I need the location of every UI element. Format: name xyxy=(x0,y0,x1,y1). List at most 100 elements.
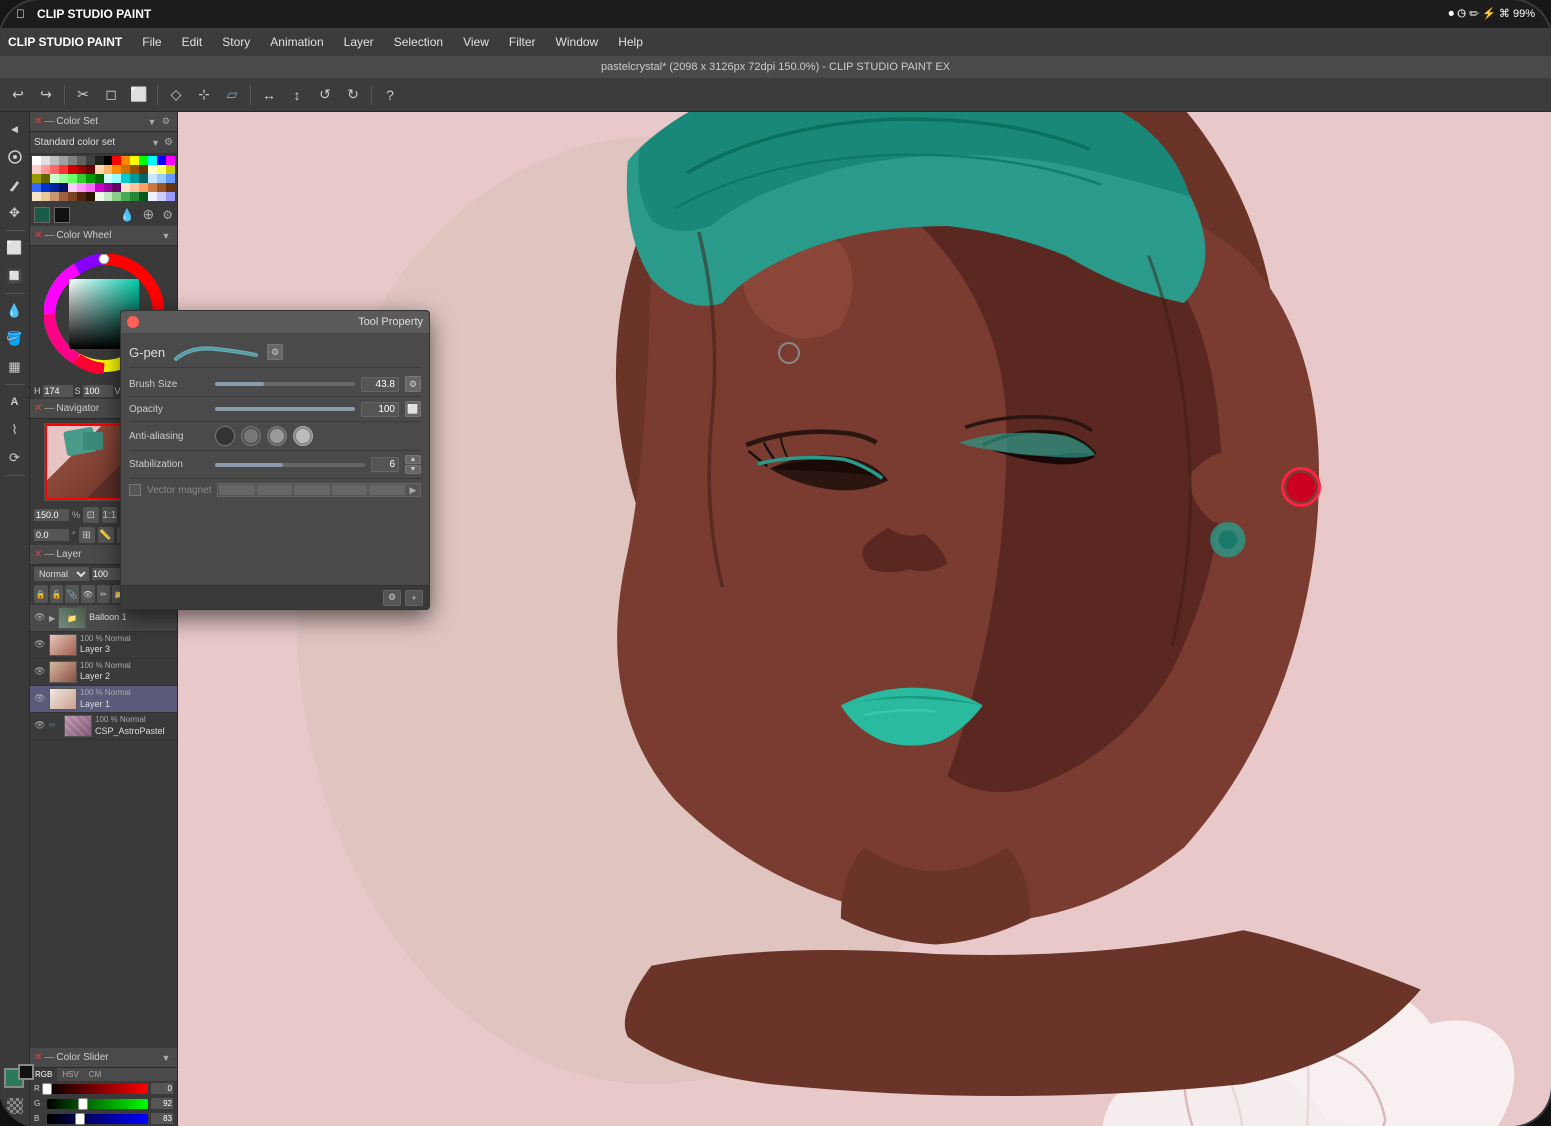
swatch-cell[interactable] xyxy=(50,165,59,174)
vector-opt-1[interactable] xyxy=(219,485,255,495)
color-set-minimize[interactable]: — xyxy=(44,116,54,127)
tool-operation[interactable]: ⟳ xyxy=(2,445,28,471)
swatch-cell[interactable] xyxy=(77,174,86,183)
tool-select-rect[interactable]: ⬜ xyxy=(2,235,28,261)
toolbar-cut[interactable]: ✂ xyxy=(71,83,95,107)
swatch-cell[interactable] xyxy=(95,174,104,183)
swatch-cell[interactable] xyxy=(130,165,139,174)
swatch-cell[interactable] xyxy=(86,165,95,174)
swatch-cell[interactable] xyxy=(139,192,148,201)
slider-track-r[interactable] xyxy=(47,1084,148,1094)
swatch-cell[interactable] xyxy=(68,174,77,183)
layer-item-layer2[interactable]: 👁 100 % Normal Layer 2 xyxy=(30,659,177,686)
swatch-cell[interactable] xyxy=(130,192,139,201)
dialog-add-btn[interactable]: + xyxy=(405,590,423,606)
color-set-config[interactable]: ⚙ xyxy=(164,137,173,148)
layer-clip[interactable]: 📎 xyxy=(65,585,79,603)
swatch-cell[interactable] xyxy=(41,183,50,192)
menu-story[interactable]: Story xyxy=(214,33,258,51)
swatch-cell[interactable] xyxy=(68,192,77,201)
swatch-cell[interactable] xyxy=(50,156,59,165)
layer-item-csp[interactable]: 👁 ✏ 100 % Normal CSP_AstroPastel xyxy=(30,713,177,740)
tool-move[interactable]: ✥ xyxy=(2,200,28,226)
dialog-settings-btn[interactable]: ⚙ xyxy=(383,590,401,606)
menu-layer[interactable]: Layer xyxy=(336,33,382,51)
swatch-cell[interactable] xyxy=(139,156,148,165)
swatch-cell[interactable] xyxy=(121,192,130,201)
stab-up[interactable]: ▲ xyxy=(405,455,421,464)
layer-lock-transparency[interactable]: 🔓 xyxy=(50,585,64,603)
swatch-cell[interactable] xyxy=(104,156,113,165)
vector-opt-4[interactable] xyxy=(332,485,368,495)
transparent-color[interactable] xyxy=(7,1098,23,1114)
color-slider-close[interactable]: ✕ xyxy=(34,1052,42,1063)
slider-track-b[interactable] xyxy=(47,1114,148,1124)
swatch-cell[interactable] xyxy=(77,165,86,174)
swatch-cell[interactable] xyxy=(166,183,175,192)
slider-value-r[interactable] xyxy=(151,1083,173,1094)
aa-option-2[interactable] xyxy=(267,426,287,446)
toolbar-paste[interactable]: ⬜ xyxy=(127,83,151,107)
layer-visibility-layer1[interactable]: 👁 xyxy=(34,693,46,705)
swatch-cell[interactable] xyxy=(104,165,113,174)
aa-option-3[interactable] xyxy=(293,426,313,446)
swatch-cell[interactable] xyxy=(86,156,95,165)
swatch-cell[interactable] xyxy=(130,174,139,183)
swatch-cell[interactable] xyxy=(95,156,104,165)
stabilization-slider-container[interactable] xyxy=(215,457,365,473)
toolbar-transform[interactable]: ◇ xyxy=(164,83,188,107)
layer-lock-all[interactable]: 🔒 xyxy=(34,585,48,603)
navigator-close[interactable]: ✕ xyxy=(34,403,42,414)
canvas-area[interactable] xyxy=(178,112,1551,1126)
menu-help[interactable]: Help xyxy=(610,33,651,51)
tool-brush[interactable] xyxy=(2,172,28,198)
opacity-lock-btn[interactable]: ⬜ xyxy=(405,401,421,417)
toolbar-help[interactable]: ? xyxy=(378,83,402,107)
swatch-cell[interactable] xyxy=(130,156,139,165)
layer-reference[interactable]: 👁 xyxy=(81,585,95,603)
brush-size-settings[interactable]: ⚙ xyxy=(405,376,421,392)
swatch-cell[interactable] xyxy=(59,156,68,165)
swatch-cell[interactable] xyxy=(139,165,148,174)
layer-minimize[interactable]: — xyxy=(44,549,54,560)
layer-expand-balloon1[interactable]: ▶ xyxy=(49,614,55,623)
swatch-cell[interactable] xyxy=(59,183,68,192)
swatch-cell[interactable] xyxy=(95,192,104,201)
slider-value-b[interactable] xyxy=(151,1113,173,1124)
navigator-minimize[interactable]: — xyxy=(44,403,54,414)
tool-eyedropper[interactable]: 💧 xyxy=(2,298,28,324)
toolbar-redo[interactable]: ↪ xyxy=(34,83,58,107)
menu-edit[interactable]: Edit xyxy=(174,33,211,51)
slider-track-g[interactable] xyxy=(47,1099,148,1109)
layer-close[interactable]: ✕ xyxy=(34,549,42,560)
swatch-cell[interactable] xyxy=(41,174,50,183)
color-set-dropdown[interactable]: ▼ xyxy=(151,138,160,148)
toolbar-copy[interactable]: ◻ xyxy=(99,83,123,107)
slider-tab-cm[interactable]: CM xyxy=(84,1068,106,1081)
swatch-cell[interactable] xyxy=(32,156,41,165)
dialog-titlebar[interactable]: Tool Property xyxy=(121,311,429,333)
layer-item-layer1[interactable]: 👁 100 % Normal Layer 1 xyxy=(30,686,177,713)
swatch-cell[interactable] xyxy=(166,174,175,183)
swatch-cell[interactable] xyxy=(112,192,121,201)
swatch-cell[interactable] xyxy=(112,174,121,183)
color-wheel-minimize[interactable]: — xyxy=(44,230,54,241)
swatch-cell[interactable] xyxy=(77,183,86,192)
menu-window[interactable]: Window xyxy=(548,33,607,51)
layer-pen-csp[interactable]: ✏ xyxy=(49,720,61,732)
swatch-cell[interactable] xyxy=(32,165,41,174)
zoom-fit[interactable]: ⊡ xyxy=(83,507,99,523)
color-slider-menu[interactable]: ▼ xyxy=(159,1051,173,1065)
tool-vector[interactable]: ⌇ xyxy=(2,417,28,443)
vector-options[interactable]: ▶ xyxy=(217,483,421,497)
color-wheel-menu[interactable]: ▼ xyxy=(159,229,173,243)
color-set-options[interactable]: ⚙ xyxy=(162,208,173,222)
swatch-cell[interactable] xyxy=(59,165,68,174)
aa-option-0[interactable] xyxy=(215,426,235,446)
swatch-cell[interactable] xyxy=(148,156,157,165)
background-color[interactable] xyxy=(18,1064,34,1080)
layer-item-layer3[interactable]: 👁 100 % Normal Layer 3 xyxy=(30,632,177,659)
slider-tab-rgb[interactable]: RGB xyxy=(30,1068,57,1081)
swatch-cell[interactable] xyxy=(50,174,59,183)
tool-lasso[interactable]: 🔲 xyxy=(2,263,28,289)
